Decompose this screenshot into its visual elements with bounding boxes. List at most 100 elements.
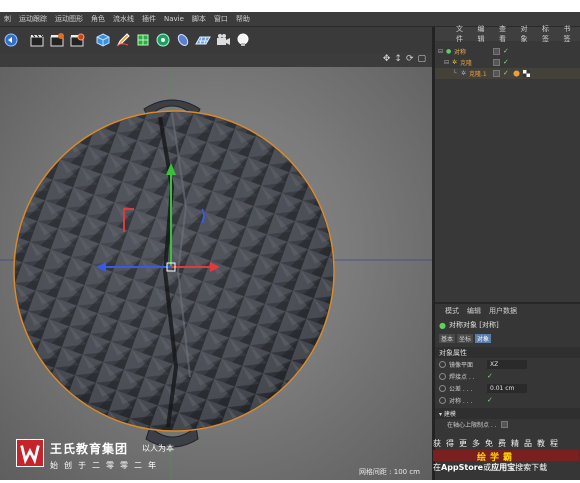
symmetry-object-icon: ●	[439, 320, 446, 330]
keyframe-radio[interactable]	[439, 396, 446, 404]
promo-line-1: 获得更多免费精品教程	[433, 439, 563, 448]
move-view-icon[interactable]: ✥	[383, 54, 391, 64]
enabled-check-icon[interactable]: ✓	[503, 70, 509, 77]
menu-item-script[interactable]: 脚本	[188, 14, 210, 24]
obj-menu-file[interactable]: 文件	[451, 24, 473, 44]
menu-item-pipeline[interactable]: 流水线	[109, 14, 138, 24]
obj-menu-objects[interactable]: 对象	[516, 24, 538, 44]
light-icon[interactable]	[234, 31, 252, 49]
object-name[interactable]: 对称	[454, 47, 466, 56]
subtab-coord[interactable]: 坐标	[457, 333, 474, 343]
clamp-points-checkbox[interactable]	[500, 421, 508, 428]
clapper-icon[interactable]	[28, 31, 46, 49]
zoom-view-icon[interactable]: ↕	[394, 54, 402, 64]
menu-item-crop[interactable]: 刺	[0, 14, 15, 24]
menu-item-window[interactable]: 窗口	[210, 14, 232, 24]
obj-menu-bookmarks[interactable]: 书签	[559, 24, 580, 44]
collapse-icon[interactable]: ⊟	[438, 48, 446, 55]
menu-item-plugins[interactable]: 插件	[138, 14, 160, 24]
prop-weld-points: 焊接点 . . ✓	[435, 370, 580, 382]
keyframe-radio[interactable]	[439, 384, 446, 392]
subtab-basic[interactable]: 基本	[439, 333, 456, 343]
keyframe-radio[interactable]	[439, 360, 446, 368]
promo-overlay: 获得更多免费精品教程 绘学霸 在AppStore或应用宝搜索下载	[433, 438, 580, 473]
enabled-check-icon[interactable]: ✓	[503, 48, 509, 55]
viewport-scene	[0, 67, 432, 480]
collapse-icon[interactable]: ⊟	[444, 59, 452, 66]
menu-item-mograph[interactable]: 运动图形	[51, 14, 87, 24]
attribute-title-row: ● 对称对象 [对称]	[435, 318, 580, 332]
main-toolbar	[0, 27, 432, 53]
tolerance-input[interactable]: 0.01 cm	[487, 383, 527, 393]
material-tag-icon[interactable]	[513, 70, 520, 77]
subdivision-icon[interactable]	[134, 31, 152, 49]
tree-branch-icon: └	[453, 70, 457, 77]
rotate-view-icon[interactable]: ⟳	[406, 54, 414, 64]
attr-menu-mode[interactable]: 模式	[441, 306, 463, 316]
object-manager-menu: 文件 编辑 查看 对象 标签 书签	[435, 24, 580, 44]
menu-item-motion-tracking[interactable]: 运动跟踪	[15, 14, 51, 24]
checker-tag-icon[interactable]	[523, 70, 530, 77]
attribute-title: 对称对象 [对称]	[448, 321, 499, 329]
pen-icon[interactable]	[114, 31, 132, 49]
object-row-symmetry[interactable]: ⊟ ● 对称 ✓	[435, 46, 580, 57]
keyframe-radio[interactable]	[439, 372, 446, 380]
promo-text: 搜索下载	[515, 463, 548, 472]
enabled-check-icon[interactable]: ✓	[503, 59, 509, 66]
undo-arrow-icon[interactable]	[2, 31, 20, 49]
weld-points-checkbox[interactable]: ✓	[487, 372, 493, 380]
section-header: 对象属性	[435, 347, 580, 358]
camera-icon[interactable]	[214, 31, 232, 49]
modeling-group-header[interactable]: ▾ 建模	[435, 408, 580, 419]
visibility-toggle[interactable]	[493, 48, 500, 55]
render-view-icon[interactable]	[48, 31, 66, 49]
menu-item-navie[interactable]: Navie	[160, 15, 188, 23]
prop-label: 对称 . . .	[449, 397, 473, 405]
subtab-object[interactable]: 对象	[475, 333, 492, 343]
prop-label: 公差 . . .	[449, 385, 473, 393]
prop-label: 镜像平面	[449, 361, 474, 369]
visibility-toggle[interactable]	[493, 70, 500, 77]
promo-text: 或	[483, 463, 492, 472]
maximize-view-icon[interactable]: ▢	[417, 54, 426, 64]
render-settings-icon[interactable]	[68, 31, 86, 49]
cube-icon[interactable]	[94, 31, 112, 49]
menu-item-character[interactable]: 角色	[87, 14, 109, 24]
array-icon[interactable]	[154, 31, 172, 49]
attribute-subtabs: 基本 坐标 对象	[435, 332, 580, 344]
obj-menu-view[interactable]: 查看	[494, 24, 516, 44]
obj-menu-edit[interactable]: 编辑	[473, 24, 495, 44]
object-row-cloner-1[interactable]: └ ✲ 克隆.1 ✓	[435, 68, 580, 79]
promo-yingyongbao: 应用宝	[491, 463, 516, 472]
visibility-toggle[interactable]	[493, 59, 500, 66]
attribute-menu: 模式 编辑 用户数据	[435, 304, 580, 318]
floor-icon[interactable]	[194, 31, 212, 49]
brand-slogan: 以人为本	[142, 444, 174, 453]
cloner-object-icon: ✲	[461, 70, 467, 77]
viewport-nav-icons: ✥ ↕ ⟳ ▢	[383, 54, 426, 64]
brand-watermark: 王氏教育集团 以人为本 始创于二零零二年	[16, 439, 196, 475]
object-row-cloner[interactable]: ⊟ ✲ 克隆 ✓	[435, 57, 580, 68]
menu-item-help[interactable]: 帮助	[232, 14, 254, 24]
brand-subtitle: 始创于二零零二年	[50, 461, 162, 470]
brand-title: 王氏教育集团	[50, 442, 129, 456]
attr-menu-userdata[interactable]: 用户数据	[485, 306, 521, 316]
promo-appstore: AppStore	[441, 463, 484, 472]
promo-line-3: 在AppStore或应用宝搜索下载	[433, 462, 547, 473]
cloner-object-icon: ✲	[452, 59, 458, 66]
prop-label: 焊接点 . .	[449, 373, 475, 381]
top-blank-bar	[0, 0, 580, 12]
object-name[interactable]: 克隆	[460, 58, 472, 67]
deformer-icon[interactable]	[174, 31, 192, 49]
brand-logo-icon	[16, 439, 44, 467]
faceted-sphere-model[interactable]	[13, 99, 335, 448]
attr-menu-edit[interactable]: 编辑	[463, 306, 485, 316]
grid-spacing-label: 网格间距 : 100 cm	[358, 468, 420, 476]
object-manager: 文件 编辑 查看 对象 标签 书签 ⊟ ● 对称 ✓ ⊟ ✲ 克隆 ✓ └ ✲ …	[435, 24, 580, 302]
mirror-plane-select[interactable]: XZ	[487, 359, 527, 369]
object-name[interactable]: 克隆.1	[469, 69, 487, 78]
3d-viewport[interactable]: 网格间距 : 100 cm	[0, 67, 432, 480]
symmetry-checkbox[interactable]: ✓	[487, 396, 493, 404]
symmetry-object-icon: ●	[446, 48, 452, 55]
obj-menu-tags[interactable]: 标签	[537, 24, 559, 44]
